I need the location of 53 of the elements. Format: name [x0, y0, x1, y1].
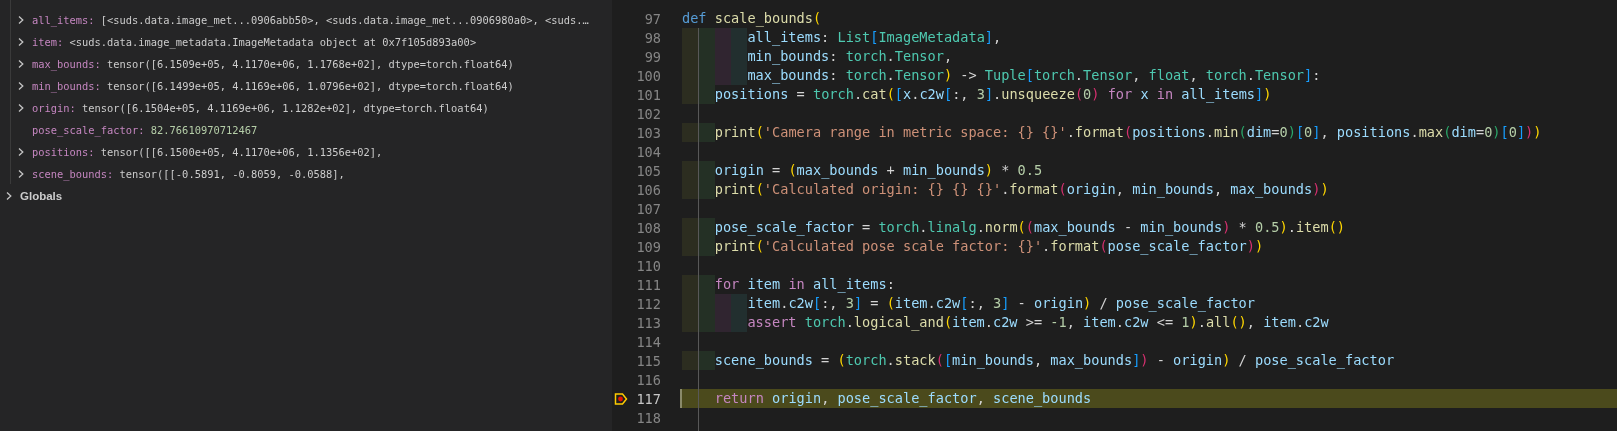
line-number: 111 — [635, 276, 661, 293]
line-number: 105 — [635, 162, 661, 179]
line-number: 114 — [635, 333, 661, 350]
line-number: 108 — [635, 219, 661, 236]
code-line: scene_bounds = (torch.stack([min_bounds, max_bounds]) - origin) / pose_scale_factor — [682, 351, 1617, 370]
variable-entry[interactable]: positions: tensor([[6.1500e+05, 4.1170e+06, 1.1356e+02], — [32, 146, 383, 158]
line-number: 116 — [635, 371, 661, 388]
code-line: pose_scale_factor = torch.linalg.norm((max_bounds - min_bounds) * 0.5).item() — [682, 218, 1617, 237]
line-number: 112 — [635, 295, 661, 312]
chevron-right-icon[interactable] — [16, 81, 26, 91]
code-line: item.c2w[:, 3] = (item.c2w[:, 3] - origin) / pose_scale_factor — [682, 294, 1617, 313]
variable-entry[interactable]: all_items: [<suds.data.image_met...0906abb50>, <suds.data.image_met...0906980a0>, <suds.… — [32, 14, 589, 26]
code-line: for item in all_items: — [682, 275, 1617, 294]
line-number: 110 — [635, 257, 661, 274]
code-line: assert torch.logical_and(item.c2w >= -1, item.c2w <= 1).all(), item.c2w — [682, 313, 1617, 332]
line-number: 115 — [635, 352, 661, 369]
code-line: def scale_bounds( — [682, 9, 823, 28]
code-line: print('Calculated origin: {} {} {}'.format(origin, min_bounds, max_bounds)) — [682, 180, 1617, 199]
chevron-right-icon[interactable] — [16, 147, 26, 157]
code-line: min_bounds: torch.Tensor, — [682, 47, 1617, 66]
variable-entry[interactable]: pose_scale_factor: 82.76610970712467 — [32, 124, 258, 136]
line-number: 97 — [643, 10, 661, 27]
line-number: 117 — [635, 390, 661, 407]
code-line: print('Calculated pose scale factor: {}'.format(pose_scale_factor)) — [682, 237, 1617, 256]
line-number: 101 — [635, 86, 661, 103]
variable-entry[interactable]: origin: tensor([6.1504e+05, 4.1169e+06, 1.1282e+02], dtype=torch.float64) — [32, 102, 489, 114]
chevron-right-icon[interactable] — [16, 103, 26, 113]
code-line: positions = torch.cat([x.c2w[:, 3].unsqueeze(0) for x in all_items]) — [682, 85, 1617, 104]
line-number: 118 — [635, 409, 661, 426]
chevron-right-icon[interactable] — [4, 191, 14, 201]
variable-entry[interactable]: max_bounds: tensor([6.1509e+05, 4.1170e+06, 1.1768e+02], dtype=torch.float64) — [32, 58, 514, 70]
line-number: 98 — [643, 29, 661, 46]
code-line: origin = (max_bounds + min_bounds) * 0.5 — [682, 161, 1617, 180]
line-number: 113 — [635, 314, 661, 331]
line-number: 106 — [635, 181, 661, 198]
variable-entry[interactable]: scene_bounds: tensor([[-0.5891, -0.8059, -0.0588], — [32, 168, 345, 180]
line-number: 107 — [635, 200, 661, 217]
line-number: 103 — [635, 124, 661, 141]
chevron-right-icon[interactable] — [16, 169, 26, 179]
line-number: 99 — [643, 48, 661, 65]
variable-entry[interactable]: item: <suds.data.image_metadata.ImageMetadata object at 0x7f105d893a00> — [32, 36, 477, 48]
line-number: 104 — [635, 143, 661, 160]
line-number: 102 — [635, 105, 661, 122]
variable-entry[interactable]: min_bounds: tensor([6.1499e+05, 4.1169e+06, 1.0796e+02], dtype=torch.float64) — [32, 80, 514, 92]
chevron-right-icon[interactable] — [16, 59, 26, 69]
code-line: print('Camera range in metric space: {} {}'.format(positions.min(dim=0)[0], positions.max(dim=0)[0])) — [682, 123, 1617, 142]
scope-header[interactable]: Globals — [20, 190, 63, 202]
chevron-right-icon[interactable] — [16, 15, 26, 25]
line-number: 100 — [635, 67, 661, 84]
line-number: 109 — [635, 238, 661, 255]
code-line: all_items: List[ImageMetadata], — [682, 28, 1617, 47]
code-line: max_bounds: torch.Tensor) -> Tuple[torch.Tensor, float, torch.Tensor]: — [682, 66, 1617, 85]
chevron-right-icon[interactable] — [16, 37, 26, 47]
